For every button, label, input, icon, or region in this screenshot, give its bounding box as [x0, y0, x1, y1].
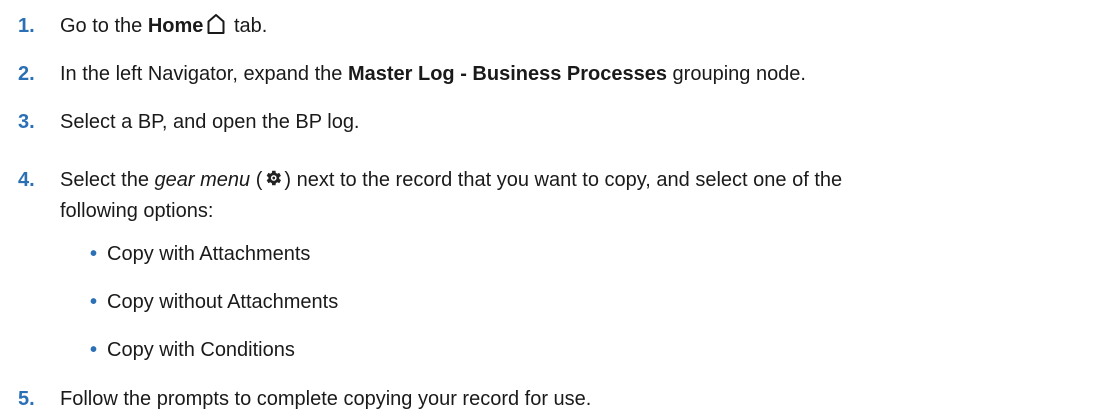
grouping-node-label: Master Log - Business Processes — [347, 63, 667, 85]
step-number: 3. — [18, 111, 35, 133]
gear-menu-label: gear menu — [154, 169, 251, 191]
step-text: Select the gear menu () next to the reco… — [60, 168, 843, 222]
step-number: 2. — [18, 63, 35, 85]
step-text: Follow the prompts to complete copying y… — [60, 388, 592, 410]
bullet-icon: • — [90, 339, 98, 361]
option-copy-with-conditions: Copy with Conditions — [107, 339, 295, 361]
step-number: 4. — [18, 169, 35, 191]
bullet-icon: • — [90, 243, 98, 265]
bullet-icon: • — [90, 291, 98, 313]
step-number: 5. — [18, 388, 35, 410]
gear-icon — [263, 168, 283, 197]
home-icon — [206, 13, 226, 43]
step-number: 1. — [18, 15, 35, 37]
step-text: In the left Navigator, expand the Master… — [60, 63, 806, 85]
home-tab-label: Home — [147, 15, 204, 37]
option-copy-without-attachments: Copy without Attachments — [107, 291, 339, 313]
option-copy-with-attachments: Copy with Attachments — [107, 243, 311, 265]
step-text: Go to the Home tab. — [60, 12, 1100, 43]
step-text: Select a BP, and open the BP log. — [60, 111, 360, 133]
